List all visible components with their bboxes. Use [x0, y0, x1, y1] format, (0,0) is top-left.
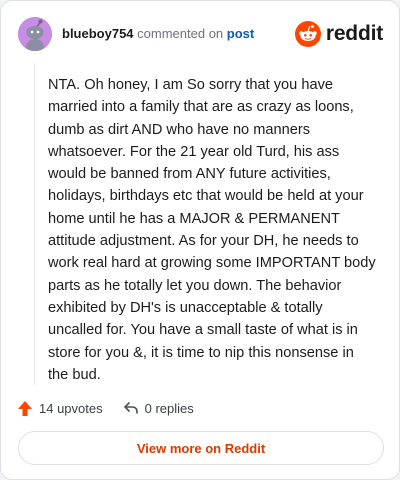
- reply-arrow-icon: [123, 402, 138, 414]
- thread-line: [34, 63, 35, 385]
- upvote-arrow-icon: [18, 400, 32, 416]
- comment-body: NTA. Oh honey, I am So sorry that you ha…: [48, 77, 376, 383]
- reply-count: 0 replies: [144, 400, 194, 416]
- comment-actions: 14 upvotes 0 replies: [17, 397, 214, 419]
- snoo-avatar-icon[interactable]: [18, 17, 52, 51]
- reddit-brand[interactable]: reddit: [294, 20, 383, 48]
- username[interactable]: blueboy754: [62, 26, 134, 41]
- comment-header: blueboy754 commented on post reddit: [18, 17, 383, 51]
- post-link[interactable]: post: [227, 26, 254, 41]
- view-more-button[interactable]: View more on Reddit: [18, 431, 384, 465]
- reply-button[interactable]: 0 replies: [123, 400, 194, 416]
- upvote-count: 14 upvotes: [39, 400, 103, 416]
- reddit-wordmark: reddit: [325, 22, 383, 45]
- upvote-button[interactable]: 14 upvotes: [17, 400, 103, 417]
- reddit-logo-icon: [294, 21, 321, 47]
- comment-embed-card: blueboy754 commented on post reddit NTA.…: [0, 0, 400, 480]
- commented-on-label: commented on: [137, 26, 224, 41]
- comment-meta: blueboy754 commented on post: [62, 26, 254, 42]
